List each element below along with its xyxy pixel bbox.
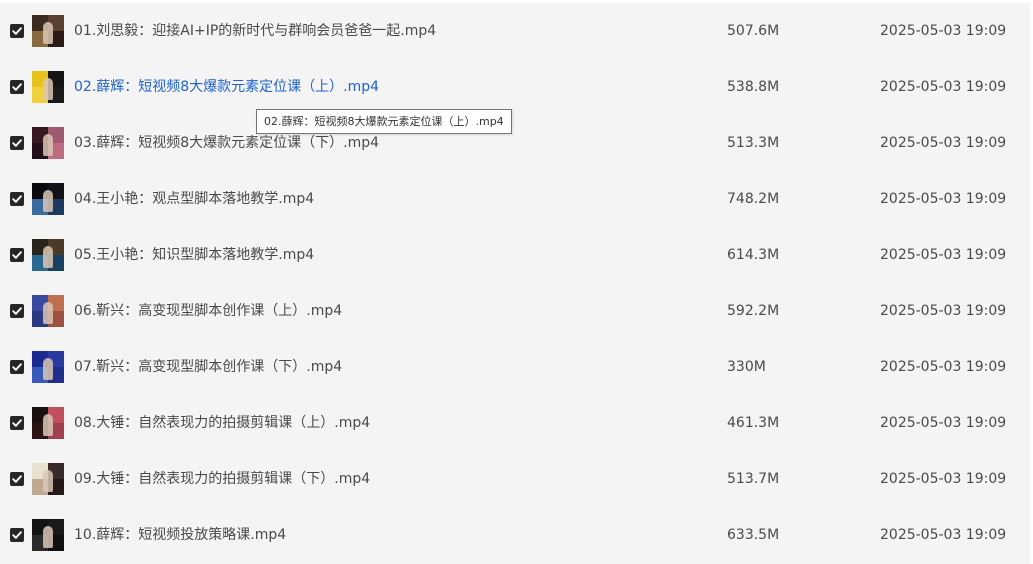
file-list: 01.刘思毅：迎接AI+IP的新时代与群响会员爸爸一起.mp4 507.6M 202… bbox=[0, 3, 1030, 564]
checkmark-icon bbox=[12, 363, 22, 371]
checkmark-icon bbox=[12, 419, 22, 427]
file-row[interactable]: 06.靳兴：高变现型脚本创作课（上）.mp4 592.2M 2025-05-03 1… bbox=[0, 283, 1030, 339]
video-thumbnail-icon bbox=[32, 351, 64, 383]
thumbnail-figure bbox=[43, 414, 53, 436]
file-date: 2025-05-03 19:09 bbox=[880, 415, 1007, 431]
thumbnail-figure bbox=[43, 526, 53, 548]
thumbnail-figure bbox=[43, 470, 53, 492]
file-name-link[interactable]: 05.王小艳：知识型脚本落地教学.mp4 bbox=[74, 244, 314, 266]
checkmark-icon bbox=[12, 251, 22, 259]
file-row[interactable]: 07.靳兴：高变现型脚本创作课（下）.mp4 330M 2025-05-03 19:… bbox=[0, 339, 1030, 395]
file-row[interactable]: 09.大锤：自然表现力的拍摄剪辑课（下）.mp4 513.7M 2025-05-03… bbox=[0, 451, 1030, 507]
video-thumbnail-icon bbox=[32, 127, 64, 159]
file-name-link[interactable]: 02.薛辉：短视频8大爆款元素定位课（上）.mp4 bbox=[74, 76, 379, 98]
file-date: 2025-05-03 19:09 bbox=[880, 527, 1007, 543]
file-size: 614.3M bbox=[727, 247, 780, 263]
video-thumbnail-icon bbox=[32, 71, 64, 103]
thumbnail-figure bbox=[43, 358, 53, 380]
video-thumbnail-icon bbox=[32, 463, 64, 495]
file-date: 2025-05-03 19:09 bbox=[880, 359, 1007, 375]
checkmark-icon bbox=[12, 307, 22, 315]
thumbnail-figure bbox=[43, 246, 53, 268]
video-thumbnail-icon bbox=[32, 239, 64, 271]
thumbnail-figure bbox=[43, 22, 53, 44]
file-name-link[interactable]: 01.刘思毅：迎接AI+IP的新时代与群响会员爸爸一起.mp4 bbox=[74, 20, 436, 42]
file-row[interactable]: 01.刘思毅：迎接AI+IP的新时代与群响会员爸爸一起.mp4 507.6M 202… bbox=[0, 3, 1030, 59]
file-row[interactable]: 03.薛辉：短视频8大爆款元素定位课（下）.mp4 513.3M 2025-05-0… bbox=[0, 115, 1030, 171]
file-checkbox[interactable] bbox=[10, 360, 24, 374]
thumbnail-figure bbox=[43, 134, 53, 156]
file-checkbox[interactable] bbox=[10, 304, 24, 318]
file-date: 2025-05-03 19:09 bbox=[880, 471, 1007, 487]
file-size: 748.2M bbox=[727, 191, 780, 207]
thumbnail-figure bbox=[43, 302, 53, 324]
file-checkbox[interactable] bbox=[10, 528, 24, 542]
video-thumbnail-icon bbox=[32, 295, 64, 327]
file-date: 2025-05-03 19:09 bbox=[880, 23, 1007, 39]
thumbnail-figure bbox=[43, 78, 53, 100]
video-thumbnail-icon bbox=[32, 519, 64, 551]
file-size: 330M bbox=[727, 359, 766, 375]
file-row[interactable]: 02.薛辉：短视频8大爆款元素定位课（上）.mp4 538.8M 2025-05-0… bbox=[0, 59, 1030, 115]
filename-tooltip: 02.薛辉：短视频8大爆款元素定位课（上）.mp4 bbox=[256, 109, 512, 134]
file-size: 507.6M bbox=[727, 23, 780, 39]
file-checkbox[interactable] bbox=[10, 416, 24, 430]
checkmark-icon bbox=[12, 27, 22, 35]
thumbnail-figure bbox=[43, 190, 53, 212]
video-thumbnail-icon bbox=[32, 183, 64, 215]
file-date: 2025-05-03 19:09 bbox=[880, 135, 1007, 151]
checkmark-icon bbox=[12, 139, 22, 147]
file-size: 538.8M bbox=[727, 79, 780, 95]
file-size: 513.7M bbox=[727, 471, 780, 487]
file-name-link[interactable]: 09.大锤：自然表现力的拍摄剪辑课（下）.mp4 bbox=[74, 468, 370, 490]
checkmark-icon bbox=[12, 195, 22, 203]
file-checkbox[interactable] bbox=[10, 472, 24, 486]
file-row[interactable]: 08.大锤：自然表现力的拍摄剪辑课（上）.mp4 461.3M 2025-05-03… bbox=[0, 395, 1030, 451]
checkmark-icon bbox=[12, 475, 22, 483]
file-name-link[interactable]: 08.大锤：自然表现力的拍摄剪辑课（上）.mp4 bbox=[74, 412, 370, 434]
file-row[interactable]: 04.王小艳：观点型脚本落地教学.mp4 748.2M 2025-05-03 19:… bbox=[0, 171, 1030, 227]
file-size: 592.2M bbox=[727, 303, 780, 319]
file-date: 2025-05-03 19:09 bbox=[880, 191, 1007, 207]
file-checkbox[interactable] bbox=[10, 192, 24, 206]
file-checkbox[interactable] bbox=[10, 24, 24, 38]
file-name-link[interactable]: 06.靳兴：高变现型脚本创作课（上）.mp4 bbox=[74, 300, 342, 322]
file-name-link[interactable]: 03.薛辉：短视频8大爆款元素定位课（下）.mp4 bbox=[74, 132, 379, 154]
file-size: 461.3M bbox=[727, 415, 780, 431]
file-row[interactable]: 05.王小艳：知识型脚本落地教学.mp4 614.3M 2025-05-03 19:… bbox=[0, 227, 1030, 283]
file-name-link[interactable]: 07.靳兴：高变现型脚本创作课（下）.mp4 bbox=[74, 356, 342, 378]
file-row[interactable]: 10.薛辉：短视频投放策略课.mp4 633.5M 2025-05-03 19:09 bbox=[0, 507, 1030, 563]
file-date: 2025-05-03 19:09 bbox=[880, 79, 1007, 95]
file-size: 633.5M bbox=[727, 527, 780, 543]
checkmark-icon bbox=[12, 531, 22, 539]
checkmark-icon bbox=[12, 83, 22, 91]
file-name-link[interactable]: 10.薛辉：短视频投放策略课.mp4 bbox=[74, 524, 286, 546]
file-date: 2025-05-03 19:09 bbox=[880, 247, 1007, 263]
video-thumbnail-icon bbox=[32, 407, 64, 439]
file-name-link[interactable]: 04.王小艳：观点型脚本落地教学.mp4 bbox=[74, 188, 314, 210]
file-checkbox[interactable] bbox=[10, 248, 24, 262]
video-thumbnail-icon bbox=[32, 15, 64, 47]
file-checkbox[interactable] bbox=[10, 136, 24, 150]
file-size: 513.3M bbox=[727, 135, 780, 151]
file-checkbox[interactable] bbox=[10, 80, 24, 94]
file-date: 2025-05-03 19:09 bbox=[880, 303, 1007, 319]
